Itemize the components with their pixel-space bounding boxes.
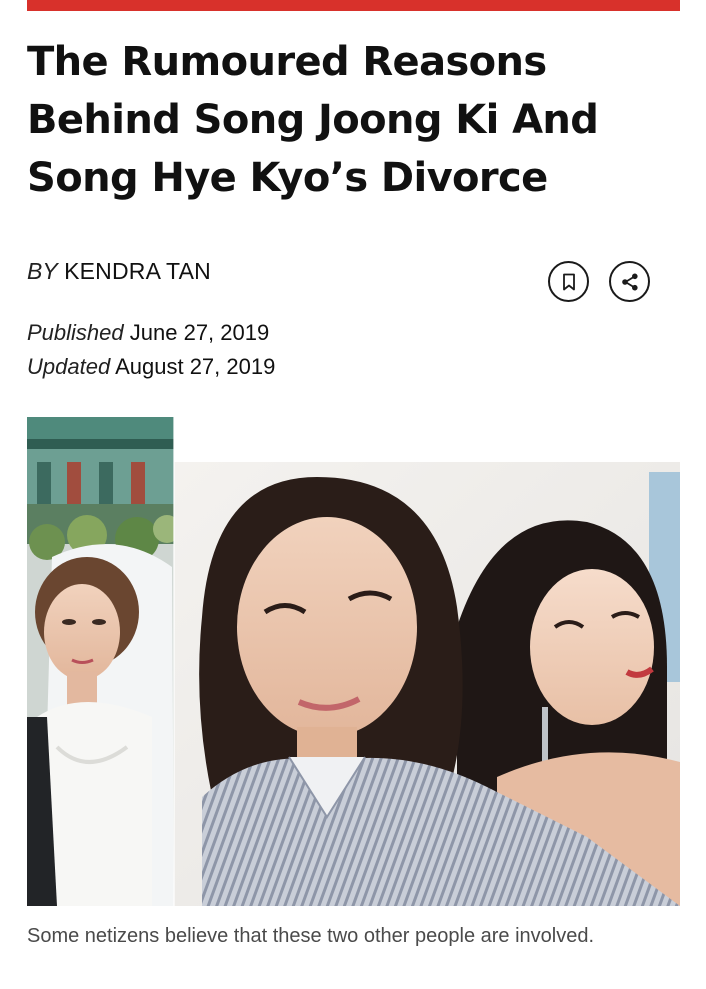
published-line: Published June 27, 2019 [27,316,275,350]
byline: BY KENDRA TAN [27,257,211,285]
share-button[interactable] [609,261,650,302]
wedding-photo [27,417,181,906]
share-icon [621,273,638,290]
updated-label: Updated [27,354,111,379]
selfie-photo [174,462,680,906]
bookmark-icon [562,273,575,290]
updated-date: August 27, 2019 [115,354,276,379]
bookmark-button[interactable] [548,261,589,302]
published-date: June 27, 2019 [129,320,270,345]
published-label: Published [27,320,124,345]
article-dates: Published June 27, 2019 Updated August 2… [27,316,275,384]
accent-bar [27,0,680,11]
article-actions [548,261,650,302]
hero-photo-collage [27,417,680,906]
updated-line: Updated August 27, 2019 [27,350,275,384]
article-title: The Rumoured Reasons Behind Song Joong K… [27,39,599,201]
image-caption: Some netizens believe that these two oth… [27,925,595,947]
author-link[interactable]: KENDRA TAN [64,258,211,284]
byline-prefix: BY [27,258,58,284]
hero-image [27,417,680,906]
